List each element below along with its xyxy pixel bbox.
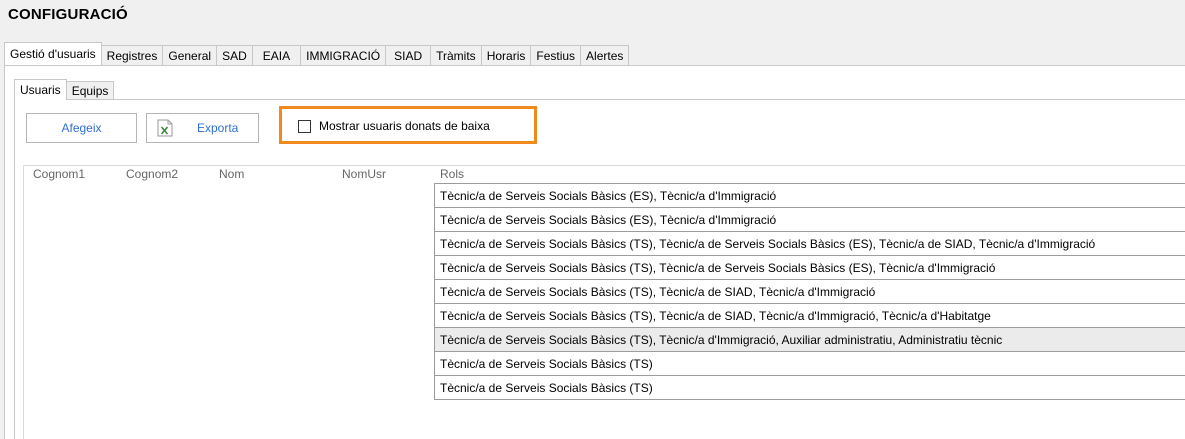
grid-rows: Tècnic/a de Serveis Socials Bàsics (ES),… [434,183,1185,400]
subtab-equips[interactable]: Equips [65,81,115,100]
tab-gestio-usuaris[interactable]: Gestió d'usuaris [4,42,102,65]
subtab-usuaris[interactable]: Usuaris [14,79,67,100]
tab-registres[interactable]: Registres [100,45,164,65]
table-row[interactable]: Tècnic/a de Serveis Socials Bàsics (TS) [434,376,1185,400]
table-row[interactable]: Tècnic/a de Serveis Socials Bàsics (TS),… [434,232,1185,256]
tab-general[interactable]: General [162,45,218,65]
export-button[interactable]: Exporta [146,113,259,143]
tab-sad[interactable]: SAD [216,45,253,65]
table-row[interactable]: Tècnic/a de Serveis Socials Bàsics (TS),… [434,328,1185,352]
tab-tramits[interactable]: Tràmits [430,45,482,65]
table-row[interactable]: Tècnic/a de Serveis Socials Bàsics (TS),… [434,256,1185,280]
table-row[interactable]: Tècnic/a de Serveis Socials Bàsics (ES),… [434,183,1185,208]
tab-eaia[interactable]: EAIA [251,45,302,65]
table-row[interactable]: Tècnic/a de Serveis Socials Bàsics (ES),… [434,208,1185,232]
tab-alertes[interactable]: Alertes [580,45,630,65]
show-inactive-users-option[interactable]: Mostrar usuaris donats de baixa [298,119,490,133]
tab-siad[interactable]: SIAD [385,45,432,65]
excel-file-icon [157,119,173,137]
main-tabbar: Gestió d'usuaris Registres General SAD E… [4,42,630,65]
show-inactive-users-checkbox[interactable] [298,119,311,133]
sub-tabbar: Usuaris Equips [14,79,115,100]
add-button-label: Afegeix [61,121,102,135]
tab-festius[interactable]: Festius [530,45,582,65]
tab-horaris[interactable]: Horaris [480,45,532,65]
col-header-cognom2[interactable]: Cognom2 [126,166,178,182]
table-row[interactable]: Tècnic/a de Serveis Socials Bàsics (TS) [434,352,1185,376]
show-inactive-users-label: Mostrar usuaris donats de baixa [319,119,490,133]
col-header-cognom1[interactable]: Cognom1 [33,166,85,182]
col-header-nom[interactable]: Nom [219,166,244,182]
tab-immigracio[interactable]: IMMIGRACIÓ [300,45,387,65]
table-row[interactable]: Tècnic/a de Serveis Socials Bàsics (TS),… [434,304,1185,328]
table-row[interactable]: Tècnic/a de Serveis Socials Bàsics (TS),… [434,280,1185,304]
col-header-rols[interactable]: Rols [440,166,464,182]
col-header-nomusr[interactable]: NomUsr [342,166,386,182]
add-button[interactable]: Afegeix [26,113,137,143]
page-title: CONFIGURACIÓ [8,6,128,23]
export-button-label: Exporta [197,121,239,135]
